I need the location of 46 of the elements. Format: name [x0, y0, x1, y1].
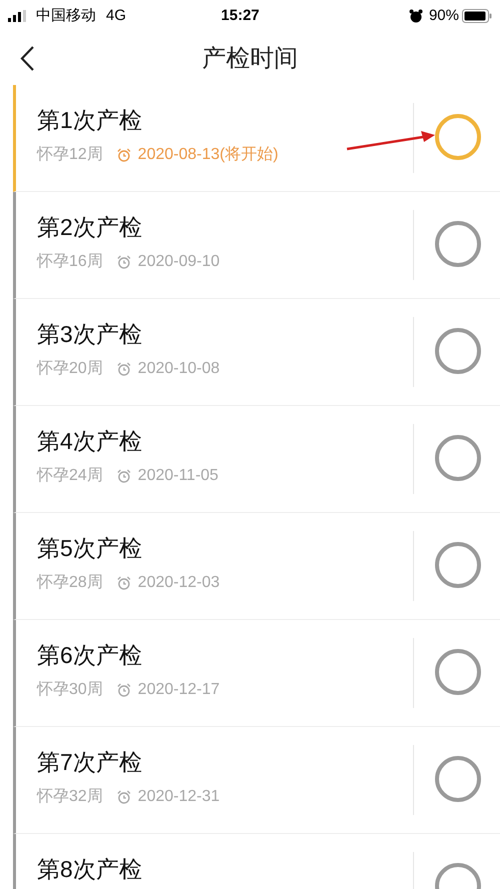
checkup-row[interactable]: 第4次产检 怀孕24周 2020-11-05	[13, 406, 500, 513]
checkup-row[interactable]: 第6次产检 怀孕30周 2020-12-17	[13, 620, 500, 727]
checkup-row[interactable]: 第5次产检 怀孕28周 2020-12-03	[13, 513, 500, 620]
alarm-clock-icon	[116, 790, 131, 804]
pregnancy-week: 怀孕24周	[37, 466, 103, 486]
pregnancy-week: 怀孕30周	[37, 680, 103, 700]
checkup-title: 第7次产检	[37, 748, 143, 777]
pregnancy-week: 怀孕16周	[37, 252, 103, 272]
checkup-title: 第3次产检	[37, 320, 143, 349]
checkup-row[interactable]: 第1次产检 怀孕12周 2020-08-13(将开始)	[13, 85, 500, 192]
battery-level: 90%	[428, 6, 459, 26]
checkup-row[interactable]: 第7次产检 怀孕32周 2020-12-31	[13, 727, 500, 834]
alarm-clock-icon	[116, 362, 131, 376]
checkup-title: 第8次产检	[37, 855, 143, 884]
checkup-title: 第2次产检	[37, 213, 143, 242]
checkup-date: 2020-10-08	[138, 359, 220, 379]
checkup-row[interactable]: 第3次产检 怀孕20周 2020-10-08	[13, 299, 500, 406]
pregnancy-week: 怀孕28周	[37, 573, 103, 593]
alarm-clock-icon	[116, 469, 131, 483]
checkup-title: 第4次产检	[37, 427, 143, 456]
checkup-title: 第5次产检	[37, 534, 143, 563]
checkup-date: 2020-11-05	[138, 466, 218, 486]
page-title: 产检时间	[202, 44, 298, 74]
pregnancy-week: 怀孕20周	[37, 359, 103, 379]
alarm-clock-icon	[116, 683, 131, 697]
checkup-row[interactable]: 第8次产检	[13, 834, 500, 889]
battery-icon	[462, 9, 492, 23]
network-type: 4G	[106, 6, 126, 26]
checkup-row[interactable]: 第2次产检 怀孕16周 2020-09-10	[13, 192, 500, 299]
checkup-date: 2020-12-17	[138, 680, 220, 700]
checkup-date: 2020-12-31	[138, 787, 220, 807]
checkup-date: 2020-12-03	[138, 573, 220, 593]
alarm-icon	[408, 9, 423, 23]
alarm-clock-icon	[116, 148, 131, 162]
pregnancy-week: 怀孕12周	[37, 145, 103, 165]
clock-time: 15:27	[221, 6, 260, 26]
checkup-title: 第6次产检	[37, 641, 143, 670]
checkup-title: 第1次产检	[37, 106, 143, 135]
alarm-clock-icon	[116, 255, 131, 269]
pregnancy-week: 怀孕32周	[37, 787, 103, 807]
back-icon[interactable]	[19, 45, 35, 72]
signal-icon	[8, 10, 28, 22]
alarm-clock-icon	[116, 576, 131, 590]
checkup-date: 2020-08-13(将开始)	[138, 145, 278, 165]
carrier-name: 中国移动	[36, 6, 96, 26]
checkup-date: 2020-09-10	[138, 252, 220, 272]
